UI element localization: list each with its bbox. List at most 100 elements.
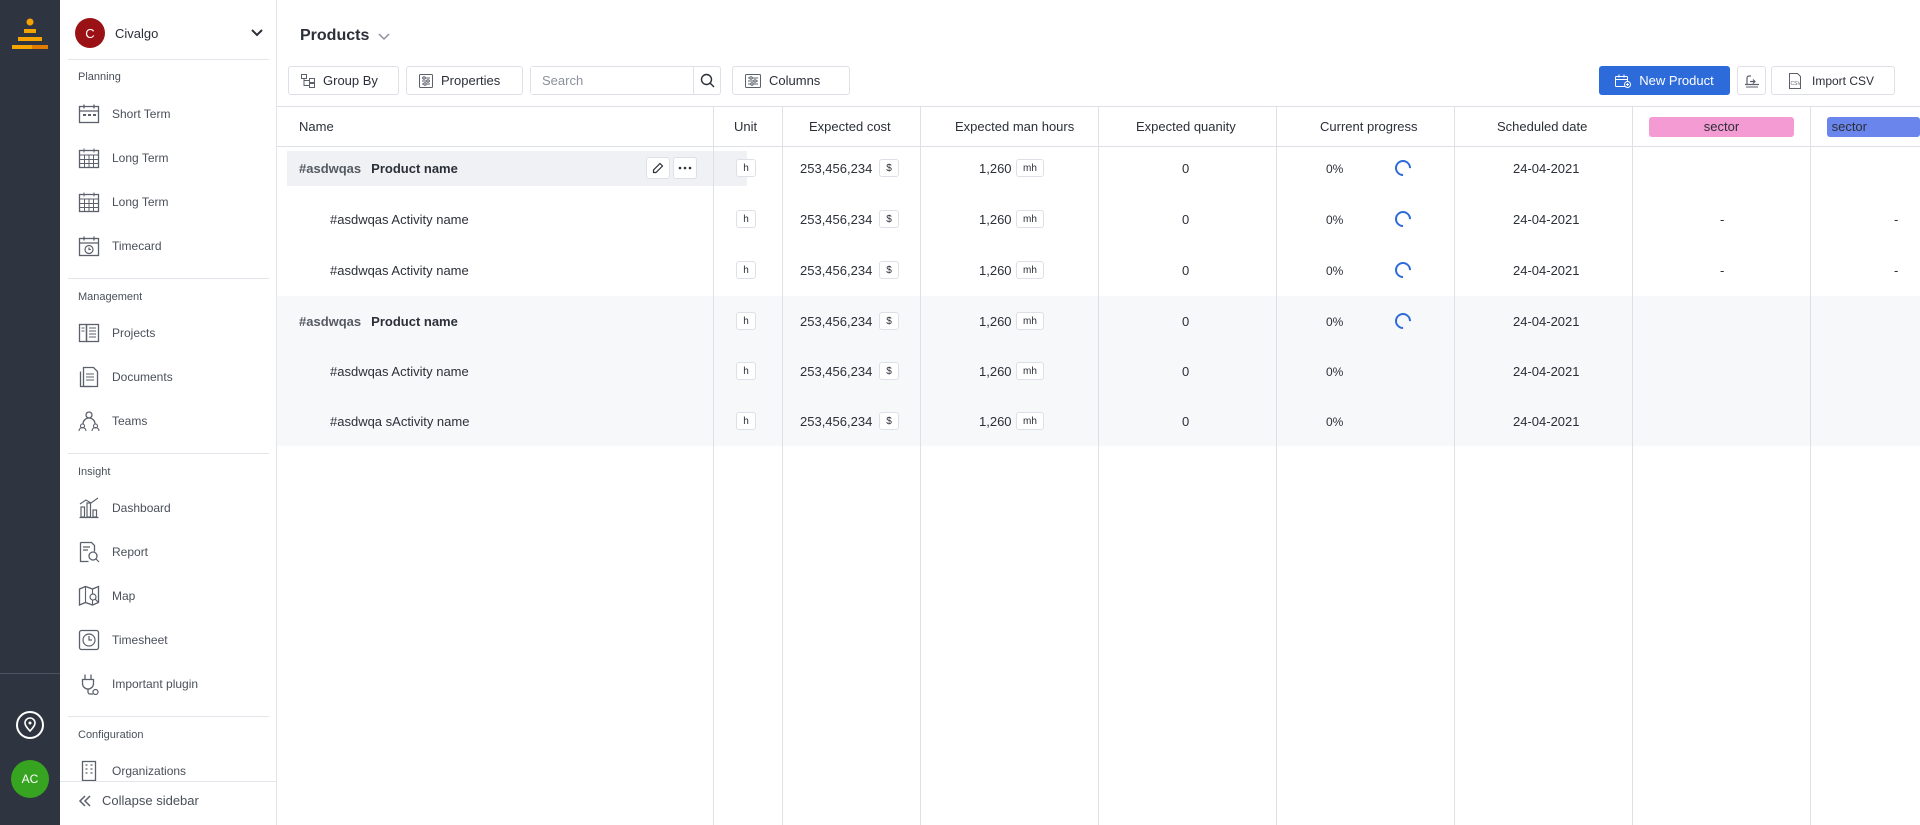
table-row[interactable]: #asdwqa sActivity name h 253,456,234 $1,260… bbox=[277, 404, 1920, 439]
page-title-dropdown[interactable]: Products bbox=[300, 27, 391, 45]
sidebar-item-label: Timecard bbox=[112, 239, 162, 253]
current-progress: 0% bbox=[1326, 314, 1344, 329]
sidebar: C Civalgo Planning Short Term Long Term … bbox=[60, 0, 277, 825]
col-header-sector-2[interactable]: sector bbox=[1827, 107, 1920, 146]
chevron-down-icon[interactable] bbox=[249, 25, 265, 41]
search-input[interactable] bbox=[531, 67, 693, 94]
section-title-configuration: Configuration bbox=[78, 729, 144, 741]
properties-button[interactable]: Properties bbox=[406, 66, 523, 95]
new-product-button[interactable]: New Product bbox=[1599, 66, 1730, 95]
sidebar-item-short-term[interactable]: Short Term bbox=[78, 99, 268, 129]
pencil-icon bbox=[652, 162, 664, 174]
col-header-expected-man-hours[interactable]: Expected man hours bbox=[955, 107, 1074, 146]
report-icon bbox=[79, 541, 100, 563]
help-icon[interactable] bbox=[16, 711, 44, 739]
civalgo-logo-icon[interactable] bbox=[10, 16, 50, 56]
scheduled-date: 24-04-2021 bbox=[1513, 263, 1580, 278]
activity-name[interactable]: #asdwqas Activity name bbox=[330, 253, 469, 288]
currency-chip: $ bbox=[879, 312, 899, 330]
org-name: Civalgo bbox=[115, 25, 159, 41]
group-by-label: Group By bbox=[323, 73, 378, 88]
table-row[interactable]: #asdwqas Activity name h 253,456,234 $1,260… bbox=[277, 354, 1920, 389]
col-header-sector[interactable]: sector bbox=[1649, 107, 1794, 146]
double-chevron-left-icon bbox=[78, 794, 91, 807]
table-row[interactable]: #asdwqas Product name h 253,456,234 $1,260 mh… bbox=[277, 304, 1920, 339]
sidebar-divider bbox=[68, 278, 269, 279]
expected-cost: 253,456,234 bbox=[800, 263, 873, 278]
product-code: #asdwqas bbox=[299, 314, 362, 329]
more-button[interactable] bbox=[673, 157, 697, 179]
calendar-long-icon bbox=[78, 192, 100, 213]
expected-quantity: 0 bbox=[1182, 314, 1190, 329]
table-row[interactable]: #asdwqas Activity name h 253,456,234 $1,260… bbox=[277, 202, 1920, 237]
sidebar-item-projects[interactable]: Projects bbox=[78, 318, 268, 348]
scheduled-date: 24-04-2021 bbox=[1513, 414, 1580, 429]
unit-chip: h bbox=[736, 210, 756, 228]
org-switcher[interactable]: C Civalgo bbox=[75, 18, 265, 48]
clock-icon bbox=[78, 629, 100, 651]
user-avatar[interactable]: AC bbox=[11, 760, 49, 798]
current-progress: 0% bbox=[1326, 414, 1344, 429]
sidebar-item-label: Long Term bbox=[112, 151, 169, 165]
sidebar-item-documents[interactable]: Documents bbox=[78, 362, 268, 392]
sector-value: - bbox=[1720, 212, 1725, 227]
sidebar-item-label: Teams bbox=[112, 414, 148, 428]
sidebar-item-label: Report bbox=[112, 545, 149, 559]
collapse-sidebar-button[interactable]: Collapse sidebar bbox=[78, 793, 199, 808]
sector-value-2: - bbox=[1894, 212, 1899, 227]
sidebar-item-label: Short Term bbox=[112, 107, 171, 121]
product-name-cell[interactable]: #asdwqas Product name bbox=[299, 304, 458, 339]
expected-cost: 253,456,234 bbox=[800, 212, 873, 227]
unit-chip: h bbox=[736, 159, 756, 177]
activity-name[interactable]: #asdwqa sActivity name bbox=[330, 404, 469, 439]
col-header-expected-quantity[interactable]: Expected quanity bbox=[1136, 107, 1236, 146]
table-row[interactable]: #asdwqas Product name h 253,456,234 $1,260 mh… bbox=[277, 151, 1920, 186]
building-icon bbox=[81, 760, 97, 782]
product-name-cell[interactable]: #asdwqas Product name bbox=[299, 151, 458, 186]
svg-text:CSV: CSV bbox=[1791, 81, 1802, 87]
calendar-short-icon bbox=[78, 104, 100, 124]
expected-quantity: 0 bbox=[1182, 161, 1190, 176]
hours-unit-chip: mh bbox=[1016, 312, 1044, 330]
sidebar-item-long-term-2[interactable]: Long Term bbox=[78, 187, 268, 217]
col-header-current-progress[interactable]: Current progress bbox=[1320, 107, 1418, 146]
activity-name[interactable]: #asdwqas Activity name bbox=[330, 202, 469, 237]
sidebar-item-timecard[interactable]: Timecard bbox=[78, 231, 268, 261]
columns-button[interactable]: Columns bbox=[732, 66, 850, 95]
import-csv-button[interactable]: CSV Import CSV bbox=[1771, 66, 1895, 95]
group-by-button[interactable]: Group By bbox=[288, 66, 399, 95]
currency-chip: $ bbox=[879, 362, 899, 380]
col-header-expected-cost[interactable]: Expected cost bbox=[809, 107, 891, 146]
export-button[interactable] bbox=[1737, 66, 1766, 95]
expected-man-hours: 1,260 bbox=[979, 263, 1012, 278]
expected-cost: 253,456,234 bbox=[800, 414, 873, 429]
hours-unit-chip: mh bbox=[1016, 412, 1044, 430]
col-header-name[interactable]: Name bbox=[299, 107, 334, 146]
sidebar-item-teams[interactable]: Teams bbox=[78, 406, 268, 436]
col-header-unit[interactable]: Unit bbox=[734, 107, 757, 146]
hours-unit-chip: mh bbox=[1016, 362, 1044, 380]
table-row[interactable]: #asdwqas Activity name h 253,456,234 $1,260… bbox=[277, 253, 1920, 288]
sidebar-item-map[interactable]: Map bbox=[78, 581, 268, 611]
sidebar-item-important-plugin[interactable]: Important plugin bbox=[78, 669, 268, 699]
map-icon bbox=[78, 585, 100, 606]
product-name: Product name bbox=[371, 314, 458, 329]
sidebar-item-dashboard[interactable]: Dashboard bbox=[78, 493, 268, 523]
expected-quantity: 0 bbox=[1182, 263, 1190, 278]
sidebar-item-report[interactable]: Report bbox=[78, 537, 268, 567]
sidebar-item-timesheet[interactable]: Timesheet bbox=[78, 625, 268, 655]
sidebar-divider bbox=[68, 716, 269, 717]
columns-label: Columns bbox=[769, 73, 821, 88]
plugin-icon bbox=[81, 674, 99, 695]
new-product-label: New Product bbox=[1639, 73, 1714, 88]
sidebar-item-long-term[interactable]: Long Term bbox=[78, 143, 268, 173]
search-button[interactable] bbox=[693, 67, 720, 94]
hours-unit-chip: mh bbox=[1016, 261, 1044, 279]
chevron-down-icon bbox=[378, 33, 390, 41]
properties-icon bbox=[419, 73, 433, 88]
sector-value-2: - bbox=[1894, 263, 1899, 278]
edit-button[interactable] bbox=[646, 157, 670, 179]
col-header-scheduled-date[interactable]: Scheduled date bbox=[1497, 107, 1587, 146]
activity-name[interactable]: #asdwqas Activity name bbox=[330, 354, 469, 389]
current-progress: 0% bbox=[1326, 161, 1344, 176]
